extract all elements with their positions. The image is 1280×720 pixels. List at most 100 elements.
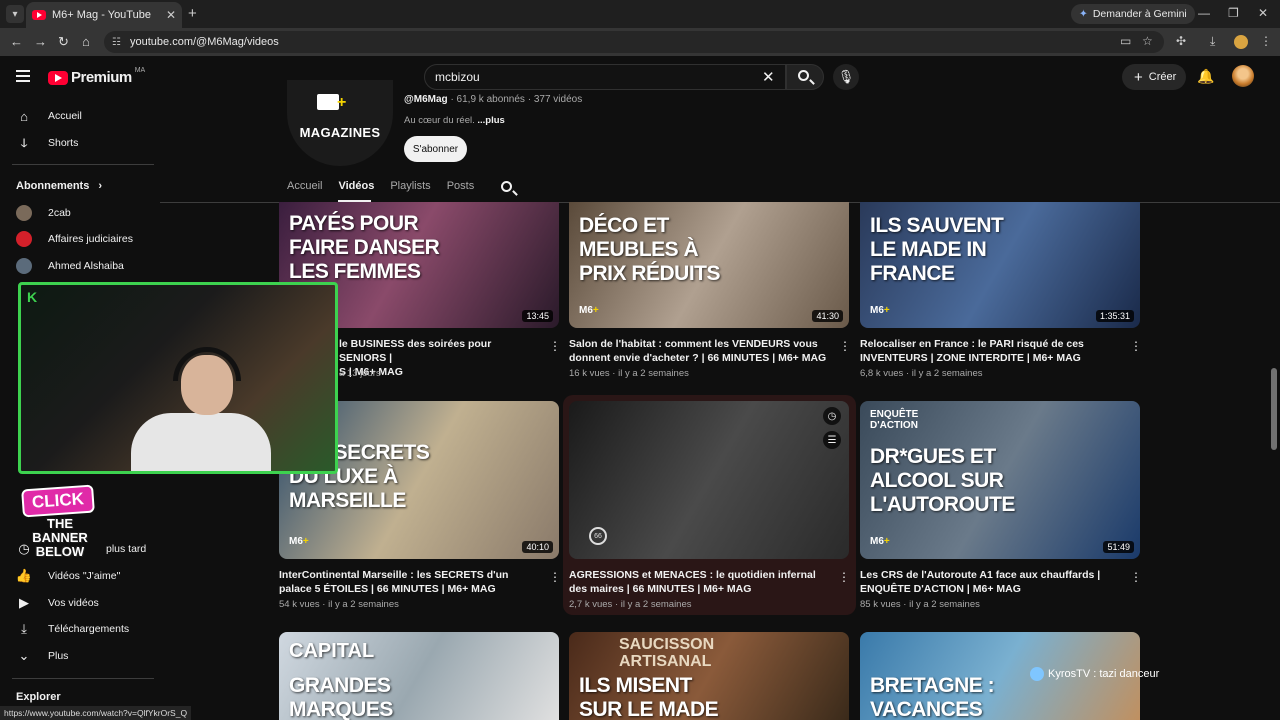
create-button[interactable]: + Créer xyxy=(1122,64,1186,90)
home-browser-icon[interactable]: ⌂ xyxy=(82,34,90,49)
forward-icon[interactable]: → xyxy=(34,34,47,49)
banner-text: THE BANNER BELOW xyxy=(32,516,88,559)
browser-tab[interactable]: M6+ Mag - YouTube ✕ xyxy=(26,2,182,28)
tab-home[interactable]: Accueil xyxy=(287,180,322,192)
downloads-icon[interactable]: ⤓ xyxy=(1210,34,1215,49)
video-title[interactable]: Relocaliser en France : le PARI risqué d… xyxy=(860,337,1122,365)
address-bar[interactable]: ☷ youtube.com/@M6Mag/videos xyxy=(104,31,1164,53)
gemini-button[interactable]: ✦ Demander à Gemini xyxy=(1071,4,1195,24)
add-to-queue-icon[interactable]: ☰ xyxy=(823,431,841,449)
more-actions-icon[interactable]: ⋮ xyxy=(1130,339,1142,353)
cast-icon[interactable]: ▭ xyxy=(1120,34,1131,48)
thumbnail-title: Déco et meubles à prix réduits xyxy=(579,214,721,285)
more-actions-icon[interactable]: ⋮ xyxy=(549,570,561,584)
create-label: Créer xyxy=(1148,71,1177,83)
video-card[interactable]: Déco et meubles à prix réduits M6+ 41:30… xyxy=(569,202,851,382)
subscribe-button[interactable]: S'abonner xyxy=(404,136,467,162)
video-card[interactable]: SAUCISSON ARTISANAL Ils misent sur le ma… xyxy=(569,632,849,720)
headphones-icon xyxy=(173,347,241,381)
m6-plus-badge: M6+ xyxy=(579,305,599,316)
video-card[interactable]: ENQUÊTE D'ACTION Dr*gues et alcool sur l… xyxy=(860,401,1142,610)
page-scrollbar[interactable] xyxy=(1271,368,1277,450)
video-title[interactable]: Salon de l'habitat : comment les VENDEUR… xyxy=(569,337,831,365)
sidebar-item-subscription[interactable]: 2cab xyxy=(0,200,154,226)
video-card[interactable]: Ils sauvent le made in France M6+ 1:35:3… xyxy=(860,202,1142,382)
video-thumbnail[interactable]: Ils sauvent le made in France M6+ 1:35:3… xyxy=(860,202,1140,328)
sidebar-item-label: Ahmed Alshaiba xyxy=(48,260,124,272)
profile-icon[interactable] xyxy=(1234,35,1248,49)
url-text: youtube.com/@M6Mag/videos xyxy=(130,36,279,48)
channel-logo[interactable]: + MAGAZINES xyxy=(287,80,393,166)
channel-tabs: Accueil Vidéos Playlists Posts xyxy=(287,180,474,192)
site-info-icon[interactable]: ☷ xyxy=(112,37,121,48)
search-button[interactable] xyxy=(786,64,824,90)
video-meta: 54 k vues · il y a 2 semaines xyxy=(279,599,399,610)
m6-plus-mark: + xyxy=(337,94,347,111)
reload-icon[interactable]: ↻ xyxy=(58,34,69,50)
tab-close-icon[interactable]: ✕ xyxy=(166,8,176,22)
stream-alert: KyrosTV : tazi danceur xyxy=(1030,667,1159,681)
video-title[interactable]: Les CRS de l'Autoroute A1 face aux chauf… xyxy=(860,568,1122,596)
browser-menu-icon[interactable]: ⋮ xyxy=(1260,34,1272,48)
search-input[interactable]: mcbizou xyxy=(424,64,786,90)
sidebar-item-subscription[interactable]: Ahmed Alshaiba xyxy=(0,253,154,279)
channel-search-icon[interactable] xyxy=(501,181,512,192)
more-actions-icon[interactable]: ⋮ xyxy=(549,339,561,353)
thumb-up-icon: 👍 xyxy=(15,568,33,583)
video-meta: a 13 jours xyxy=(339,368,381,379)
video-meta: 16 k vues · il y a 2 semaines xyxy=(569,368,689,379)
sidebar-item-shorts[interactable]: ↆ Shorts xyxy=(0,130,154,156)
video-card[interactable]: CAPITAL Grandes marques xyxy=(279,632,559,720)
bookmark-star-icon[interactable]: ☆ xyxy=(1142,34,1153,48)
new-tab-icon[interactable]: + xyxy=(188,5,197,22)
more-actions-icon[interactable]: ⋮ xyxy=(1130,570,1142,584)
minimize-icon[interactable]: — xyxy=(1198,6,1210,20)
video-title[interactable]: InterContinental Marseille : les SECRETS… xyxy=(279,568,541,596)
gemini-label: Demander à Gemini xyxy=(1092,8,1187,20)
subscriptions-heading[interactable]: Abonnements › xyxy=(16,180,102,192)
extensions-icon[interactable]: ✣ xyxy=(1176,34,1186,48)
video-title-line1: le BUSINESS des soirées pour SENIORS | xyxy=(339,338,492,364)
video-thumbnail[interactable]: SAUCISSON ARTISANAL Ils misent sur le ma… xyxy=(569,632,849,720)
sidebar-item-liked[interactable]: 👍 Vidéos "J'aime" xyxy=(0,563,154,589)
notifications-bell-icon[interactable]: 🔔 xyxy=(1197,68,1214,85)
watch-later-icon[interactable]: ◷ xyxy=(823,407,841,425)
clear-search-icon[interactable]: ✕ xyxy=(762,68,775,86)
click-label: CLICK xyxy=(21,484,95,518)
thumbnail-title: Bretagne : vacances xyxy=(870,674,995,720)
account-avatar[interactable] xyxy=(1232,65,1254,87)
tab-playlists[interactable]: Playlists xyxy=(390,180,430,192)
back-icon[interactable]: ← xyxy=(10,34,23,49)
video-thumbnail[interactable]: Déco et meubles à prix réduits M6+ 41:30 xyxy=(569,202,849,328)
more-actions-icon[interactable]: ⋮ xyxy=(838,570,850,584)
video-duration: 40:10 xyxy=(522,541,553,553)
sidebar-item-home[interactable]: ⌂ Accueil xyxy=(0,103,154,129)
youtube-premium-logo[interactable]: Premium MA xyxy=(48,67,145,86)
video-duration: 41:30 xyxy=(812,310,843,322)
video-thumbnail[interactable]: 66 ◷ ☰ xyxy=(569,401,849,559)
channel-avatar xyxy=(16,258,32,274)
subscriptions-heading-text: Abonnements xyxy=(16,180,90,192)
voice-search-icon[interactable]: 🎙 xyxy=(833,64,859,90)
sidebar-item-label: Téléchargements xyxy=(48,623,130,635)
close-window-icon[interactable]: ✕ xyxy=(1258,6,1268,20)
video-thumbnail[interactable]: CAPITAL Grandes marques xyxy=(279,632,559,720)
sidebar-divider xyxy=(12,164,154,165)
sidebar-item-more[interactable]: ⌄ Plus xyxy=(0,643,154,669)
video-card-hovered[interactable]: 66 ◷ ☰ AGRESSIONS et MENACES : le quotid… xyxy=(563,395,856,615)
description-more-link[interactable]: ...plus xyxy=(477,115,504,126)
tab-posts[interactable]: Posts xyxy=(447,180,475,192)
sidebar-item-your-videos[interactable]: ▶ Vos vidéos xyxy=(0,590,154,616)
channel-description[interactable]: Au cœur du réel. ...plus xyxy=(404,115,505,126)
tab-search-chevron-icon[interactable]: ▾ xyxy=(6,5,24,23)
hamburger-menu-icon[interactable] xyxy=(16,70,30,82)
sidebar-item-label: 2cab xyxy=(48,207,71,219)
video-thumbnail[interactable]: ENQUÊTE D'ACTION Dr*gues et alcool sur l… xyxy=(860,401,1140,559)
sidebar-item-downloads[interactable]: ⤓ Téléchargements xyxy=(0,616,154,642)
more-actions-icon[interactable]: ⋮ xyxy=(839,339,851,353)
thumbnail-title: Grandes marques xyxy=(289,674,393,720)
sidebar-item-subscription[interactable]: Affaires judiciaires xyxy=(0,226,154,252)
tab-videos[interactable]: Vidéos xyxy=(338,180,374,192)
restore-icon[interactable]: ❐ xyxy=(1228,6,1239,20)
video-title[interactable]: AGRESSIONS et MENACES : le quotidien inf… xyxy=(569,568,831,596)
